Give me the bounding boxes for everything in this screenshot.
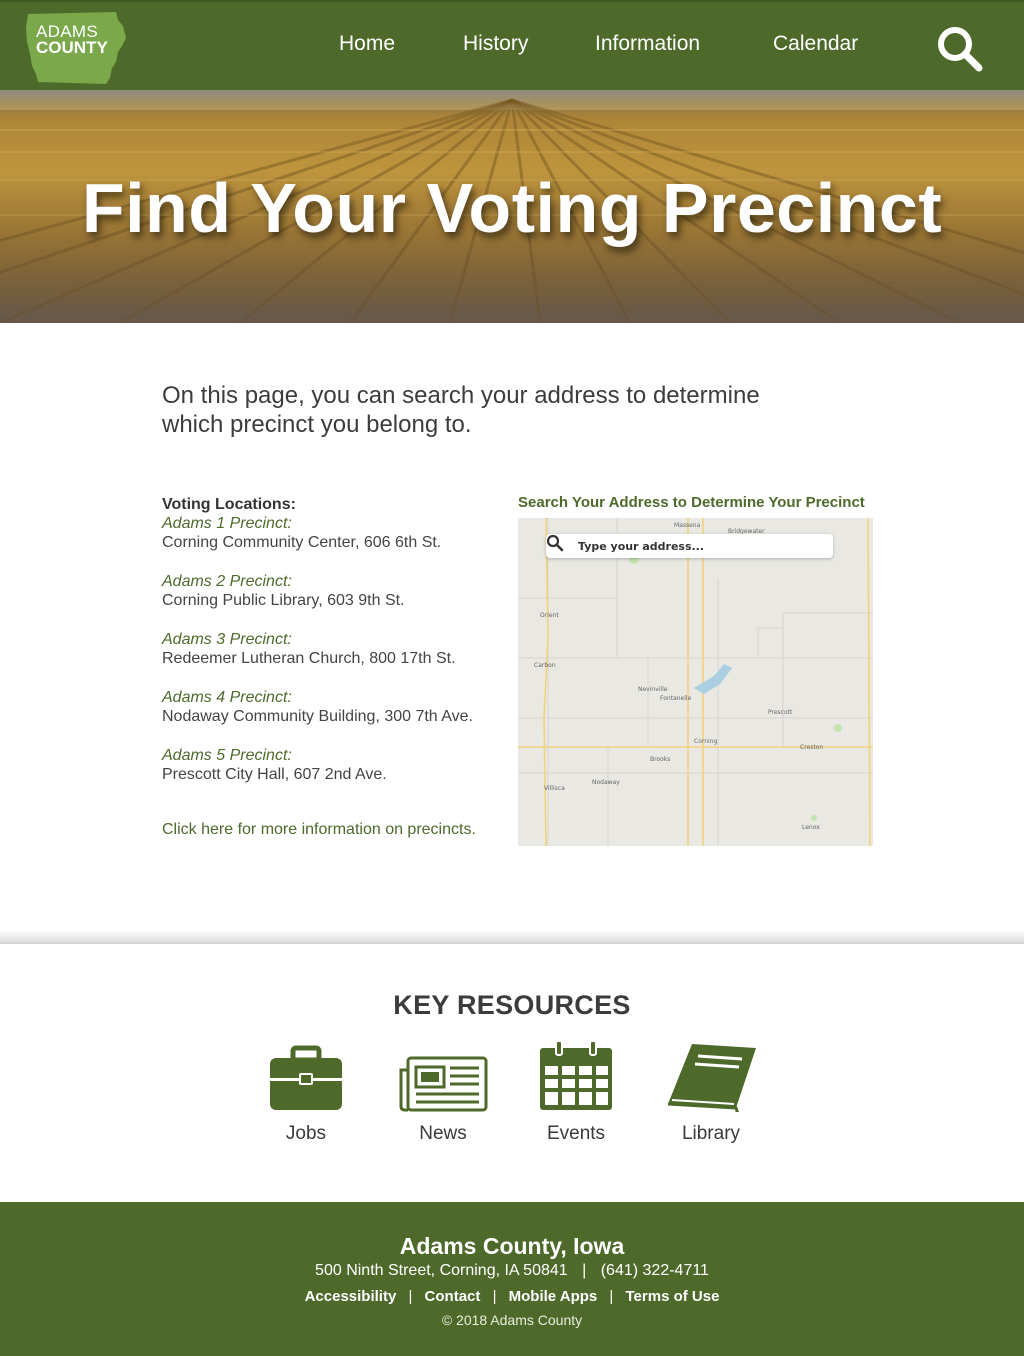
map-roads-layer bbox=[518, 518, 873, 846]
location-item: Adams 3 Precinct: Redeemer Lutheran Chur… bbox=[162, 630, 512, 669]
footer-separator: | bbox=[408, 1288, 413, 1305]
map-label: Prescott bbox=[768, 709, 793, 716]
footer-separator: | bbox=[582, 1262, 587, 1279]
logo-line-2: COUNTY bbox=[36, 38, 108, 57]
section-divider bbox=[0, 930, 1024, 944]
voting-locations-heading: Voting Locations: bbox=[162, 496, 296, 513]
precinct-name: Adams 3 Precinct: bbox=[162, 631, 292, 648]
precinct-name: Adams 5 Precinct: bbox=[162, 747, 292, 764]
map-title: Search Your Address to Determine Your Pr… bbox=[518, 494, 865, 511]
footer-link-accessibility[interactable]: Accessibility bbox=[305, 1288, 397, 1305]
location-item: Adams 4 Precinct: Nodaway Community Buil… bbox=[162, 688, 512, 727]
intro-text: On this page, you can search your addres… bbox=[162, 382, 760, 438]
location-item: Adams 5 Precinct: Prescott City Hall, 60… bbox=[162, 746, 512, 785]
precinct-address: Redeemer Lutheran Church, 800 17th St. bbox=[162, 650, 456, 667]
search-icon[interactable] bbox=[546, 534, 564, 552]
footer-separator: | bbox=[609, 1288, 614, 1305]
more-precinct-info-link[interactable]: Click here for more information on preci… bbox=[162, 821, 476, 839]
logo-text: ADAMS COUNTY bbox=[36, 23, 108, 57]
footer-link-contact[interactable]: Contact bbox=[425, 1288, 481, 1305]
page-title: Find Your Voting Precinct bbox=[81, 169, 943, 247]
resource-news[interactable]: News bbox=[398, 1040, 488, 1145]
voting-locations: Voting Locations: Adams 1 Precinct: Corn… bbox=[162, 495, 512, 804]
precinct-address: Nodaway Community Building, 300 7th Ave. bbox=[162, 708, 473, 725]
footer-county-name: Adams County, Iowa bbox=[399, 1233, 625, 1259]
footer-link-terms[interactable]: Terms of Use bbox=[626, 1288, 720, 1305]
calendar-icon bbox=[540, 1040, 612, 1110]
nav-information[interactable]: Information bbox=[595, 32, 700, 56]
nav-home[interactable]: Home bbox=[339, 32, 395, 56]
footer-address: 500 Ninth Street, Corning, IA 50841 bbox=[315, 1262, 568, 1279]
map-label: Fontanelle bbox=[660, 695, 692, 702]
map-label: Brooks bbox=[650, 756, 671, 763]
resource-label: Events bbox=[546, 1123, 606, 1144]
book-icon bbox=[667, 1044, 756, 1115]
resource-events[interactable]: Events bbox=[538, 1040, 614, 1145]
key-resources-heading: KEY RESOURCES bbox=[393, 990, 631, 1020]
map-label: Creston bbox=[800, 744, 824, 751]
county-logo[interactable]: ADAMS COUNTY bbox=[24, 10, 128, 86]
resource-label: News bbox=[419, 1123, 467, 1144]
resource-library[interactable]: Library bbox=[664, 1040, 758, 1145]
site-header: ADAMS COUNTY Home History Information Ca… bbox=[0, 0, 1024, 90]
precinct-address: Prescott City Hall, 607 2nd Ave. bbox=[162, 766, 387, 783]
resource-label: Jobs bbox=[285, 1123, 327, 1144]
footer-copyright: © 2018 Adams County bbox=[441, 1312, 583, 1328]
map-search-box bbox=[546, 534, 833, 558]
map-label: Nevinville bbox=[638, 686, 668, 693]
precinct-address: Corning Public Library, 603 9th St. bbox=[162, 592, 405, 609]
precinct-name: Adams 2 Precinct: bbox=[162, 573, 292, 590]
site-footer: Adams County, Iowa 500 Ninth Street, Cor… bbox=[0, 1202, 1024, 1356]
briefcase-icon bbox=[270, 1045, 342, 1110]
location-item: Adams 1 Precinct: Corning Community Cent… bbox=[162, 514, 512, 553]
footer-link-mobile-apps[interactable]: Mobile Apps bbox=[509, 1288, 598, 1305]
newspaper-icon bbox=[399, 1056, 488, 1112]
footer-links: Accessibility | Contact | Mobile Apps | … bbox=[0, 1288, 1024, 1305]
nav-history[interactable]: History bbox=[463, 32, 528, 56]
map-label: Villisca bbox=[544, 785, 565, 792]
search-icon bbox=[938, 27, 983, 72]
footer-phone[interactable]: (641) 322-4711 bbox=[601, 1262, 709, 1279]
map-label: Nodaway bbox=[592, 779, 620, 786]
location-item: Adams 2 Precinct: Corning Public Library… bbox=[162, 572, 512, 611]
map-label: Corning bbox=[694, 738, 718, 745]
map-label: Carbon bbox=[534, 662, 556, 669]
precinct-name: Adams 4 Precinct: bbox=[162, 689, 292, 706]
map-label: Orient bbox=[540, 612, 559, 619]
nav-calendar[interactable]: Calendar bbox=[773, 32, 858, 56]
precinct-name: Adams 1 Precinct: bbox=[162, 515, 292, 532]
precinct-map[interactable]: Massena Bridgewater Orient Carbon Nevinv… bbox=[518, 518, 873, 846]
header-search-button[interactable] bbox=[934, 23, 984, 73]
resource-jobs[interactable]: Jobs bbox=[266, 1040, 346, 1145]
map-label: Massena bbox=[674, 522, 701, 529]
hero-banner: Find Your Voting Precinct bbox=[0, 90, 1024, 323]
footer-separator: | bbox=[492, 1288, 497, 1305]
map-label: Lenox bbox=[802, 824, 820, 831]
resource-label: Library bbox=[681, 1123, 741, 1144]
precinct-address: Corning Community Center, 606 6th St. bbox=[162, 534, 442, 551]
footer-contact-line: 500 Ninth Street, Corning, IA 50841 | (6… bbox=[0, 1262, 1024, 1280]
address-search-input[interactable] bbox=[578, 534, 828, 558]
